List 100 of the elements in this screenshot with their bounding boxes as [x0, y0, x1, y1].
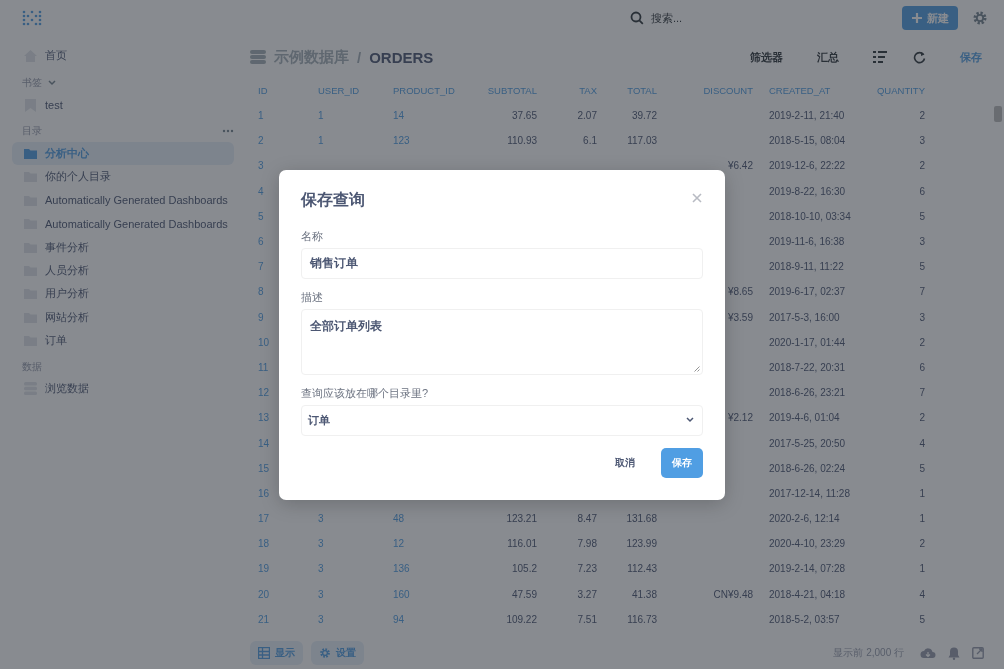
expand-icon[interactable] [972, 647, 984, 659]
item-label: Automatically Generated Dashboards [45, 194, 228, 207]
link-cell[interactable]: 18 [258, 538, 270, 550]
table-icon [258, 647, 270, 659]
table-cell: 5 [919, 210, 925, 222]
download-icon[interactable] [920, 647, 936, 659]
item-label: 用户分析 [45, 286, 89, 302]
link-cell[interactable]: 4 [258, 185, 264, 197]
column-header[interactable]: ID [248, 78, 300, 103]
sidebar-item[interactable]: Automatically Generated Dashboards [12, 211, 234, 236]
sidebar-item[interactable]: 你的个人目录 [12, 165, 234, 189]
link-cell[interactable]: 3 [318, 563, 324, 575]
table-cell: ¥2.12 [727, 412, 753, 424]
link-cell[interactable]: 7 [258, 261, 264, 273]
refresh-icon[interactable] [913, 50, 926, 64]
logo-icon[interactable] [22, 10, 42, 26]
link-cell[interactable]: 17 [258, 513, 270, 525]
link-cell[interactable]: 160 [393, 588, 410, 600]
sidebar-item[interactable]: 浏览数据 [12, 377, 234, 401]
link-cell[interactable]: 2 [258, 135, 264, 147]
sidebar-item[interactable]: 人员分析 [12, 258, 234, 283]
link-cell[interactable]: 14 [393, 110, 405, 122]
display-button[interactable]: 显示 [250, 641, 303, 665]
new-button[interactable]: 新建 [902, 6, 958, 30]
resize-handle-icon[interactable] [693, 364, 700, 372]
column-header[interactable]: USER_ID [300, 78, 373, 103]
search-field[interactable]: 搜索... [623, 6, 689, 30]
column-header[interactable]: TAX [543, 78, 603, 103]
link-cell[interactable]: 1 [318, 110, 324, 122]
link-cell[interactable]: 19 [258, 563, 270, 575]
link-cell[interactable]: 94 [393, 613, 405, 625]
scrollbar-thumb[interactable] [994, 106, 1002, 122]
table-cell: 7 [919, 387, 925, 399]
table-cell: 2017-5-3, 16:00 [769, 311, 840, 323]
sidebar-item[interactable]: 事件分析 [12, 235, 234, 259]
table-title: ORDERS [369, 48, 434, 66]
item-label: 事件分析 [45, 239, 89, 255]
link-cell[interactable]: 10 [258, 336, 270, 348]
toolbar-button[interactable]: 筛选器 [750, 49, 783, 65]
link-cell[interactable]: 136 [393, 563, 410, 575]
link-cell[interactable]: 123 [393, 135, 410, 147]
sidebar-item[interactable]: 订单 [12, 328, 234, 353]
table-cell: 2020-2-6, 12:14 [769, 513, 840, 525]
more-icon[interactable] [222, 129, 234, 134]
column-header[interactable]: TOTAL [603, 78, 663, 103]
sidebar-item[interactable]: Automatically Generated Dashboards [12, 188, 234, 212]
column-header[interactable]: PRODUCT_ID [373, 78, 463, 103]
link-cell[interactable]: 3 [318, 613, 324, 625]
link-cell[interactable]: 48 [393, 513, 405, 525]
close-icon[interactable] [692, 192, 702, 203]
column-header[interactable]: QUANTITY [871, 78, 931, 103]
link-cell[interactable]: 1 [258, 110, 264, 122]
column-header[interactable]: SUBTOTAL [463, 78, 543, 103]
link-cell[interactable]: 1 [318, 135, 324, 147]
link-cell[interactable]: 3 [318, 588, 324, 600]
link-cell[interactable]: 3 [318, 538, 324, 550]
link-cell[interactable]: 13 [258, 412, 270, 424]
link-cell[interactable]: 6 [258, 236, 264, 248]
database-icon [250, 49, 266, 65]
link-cell[interactable]: 8 [258, 286, 264, 298]
save-link[interactable]: 保存 [960, 49, 982, 65]
list-icon[interactable] [873, 51, 887, 63]
table-cell: 3 [919, 135, 925, 147]
link-cell[interactable]: 14 [258, 437, 270, 449]
sidebar-item[interactable]: 用户分析 [12, 282, 234, 306]
textarea-field[interactable]: 全部订单列表 [301, 308, 703, 375]
sidebar-item[interactable]: 首页 [12, 44, 234, 68]
settings-button[interactable]: 设置 [311, 641, 364, 665]
save-button[interactable]: 保存 [661, 447, 703, 478]
sidebar-item[interactable]: test [12, 93, 234, 117]
column-header[interactable]: CREATED_AT [753, 78, 871, 103]
table-cell: 37.65 [511, 110, 537, 122]
toolbar-button[interactable]: 汇总 [817, 49, 839, 65]
bell-icon[interactable] [948, 646, 960, 660]
table-cell: 8.47 [577, 513, 597, 525]
link-cell[interactable]: 9 [258, 311, 264, 323]
input-field[interactable]: 销售订单 [301, 247, 703, 279]
column-header[interactable]: DISCOUNT [663, 78, 753, 103]
table-cell: 4 [919, 588, 925, 600]
link-cell[interactable]: 20 [258, 588, 270, 600]
sidebar-item[interactable]: 分析中心 [12, 141, 234, 166]
link-cell[interactable]: 3 [318, 513, 324, 525]
link-cell[interactable]: 3 [258, 160, 264, 172]
link-cell[interactable]: 12 [258, 387, 270, 399]
sidebar-item[interactable]: 网站分析 [12, 305, 234, 329]
link-cell[interactable]: 11 [258, 361, 269, 373]
settings-icon[interactable] [972, 10, 988, 26]
link-cell[interactable]: 21 [258, 613, 270, 625]
link-cell[interactable]: 15 [258, 462, 270, 474]
table-cell: 2.07 [577, 110, 597, 122]
link-cell[interactable]: 16 [258, 487, 270, 499]
breadcrumb-separator: / [357, 48, 362, 66]
link-cell[interactable]: 12 [393, 538, 405, 550]
table-cell: 1 [919, 487, 925, 499]
table-cell: 2018-5-2, 03:57 [769, 613, 840, 625]
table-cell: 2 [919, 110, 925, 122]
select-field[interactable]: 订单 [301, 404, 703, 436]
item-label: Automatically Generated Dashboards [45, 217, 228, 230]
item-label: 订单 [45, 333, 67, 349]
link-cell[interactable]: 5 [258, 210, 264, 222]
